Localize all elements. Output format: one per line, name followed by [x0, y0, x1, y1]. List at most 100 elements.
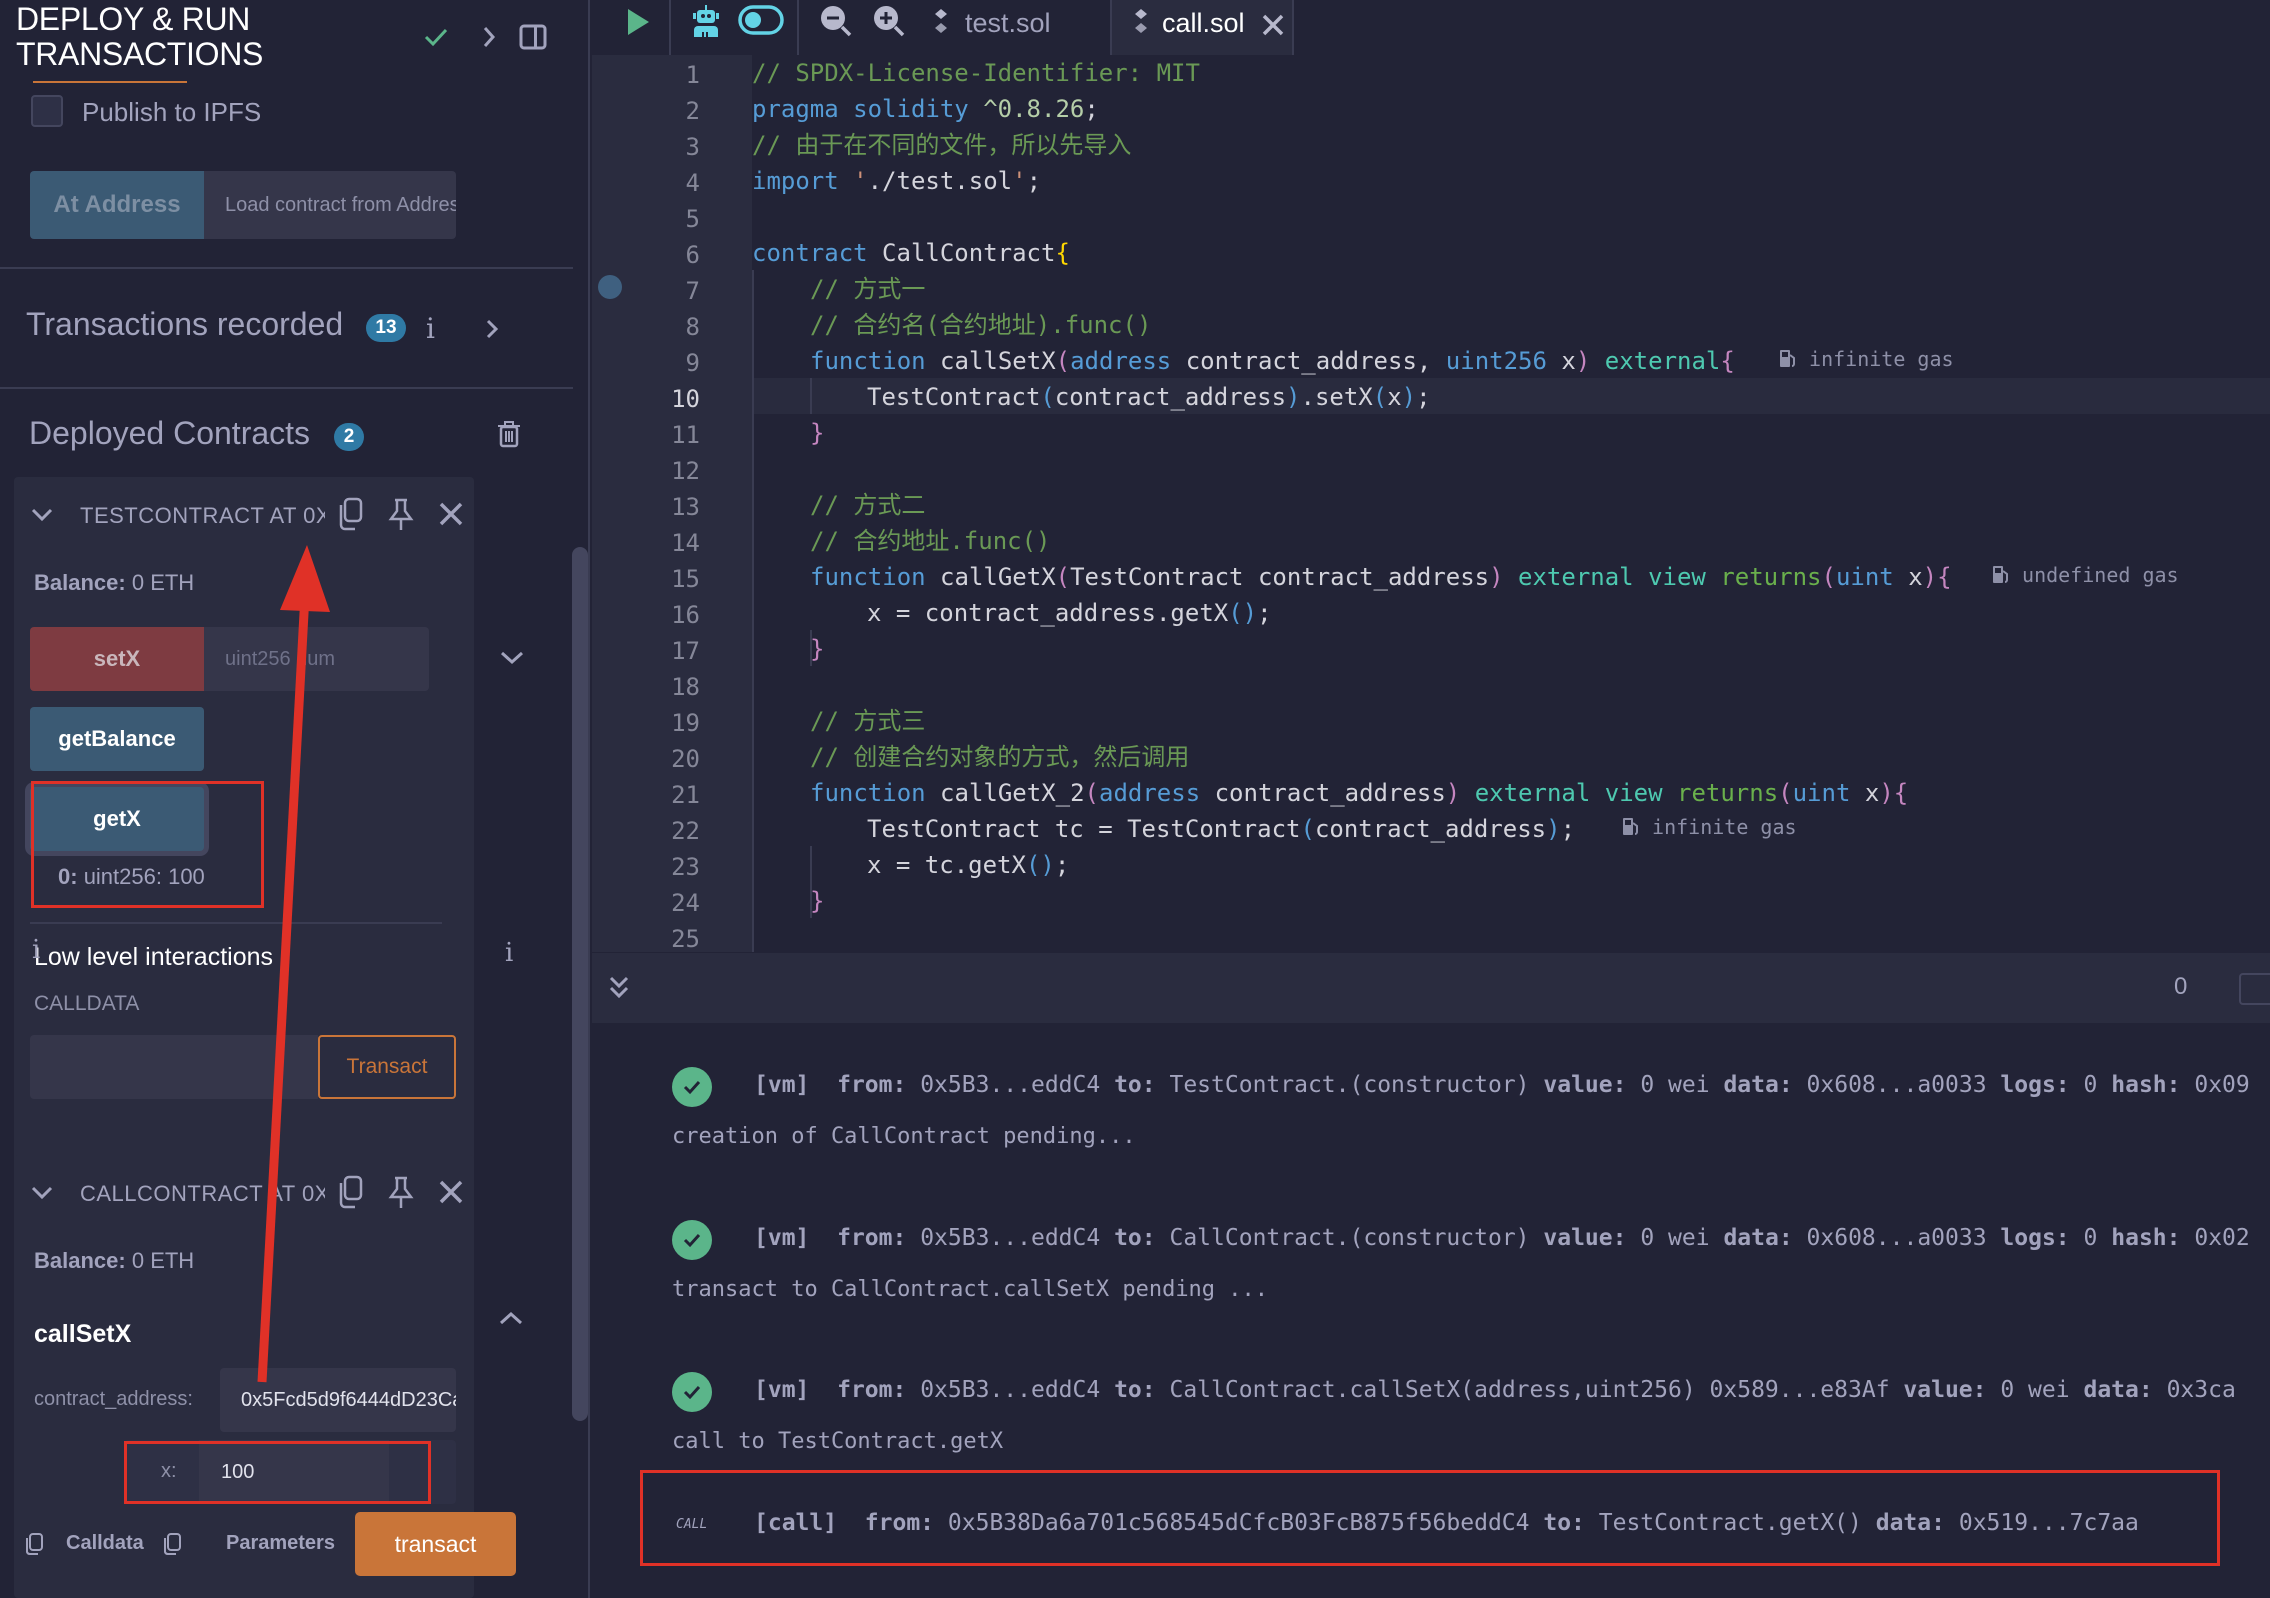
- annotation-box-call-entry: [640, 1470, 2220, 1566]
- calldata-button[interactable]: Calldata: [66, 1532, 144, 1555]
- tab-label: call.sol: [1162, 8, 1245, 38]
- sidebar-scrollbar[interactable]: [572, 547, 588, 1421]
- setx-button[interactable]: setX: [30, 627, 204, 691]
- success-icon: [672, 1372, 712, 1412]
- close-icon[interactable]: [438, 501, 464, 532]
- gas-hint: infinite gas: [1779, 347, 1954, 371]
- code-line-16: x = contract_address.getX();: [867, 599, 1272, 627]
- toggle-icon[interactable]: [738, 5, 784, 40]
- from-value: 0x5B3...eddC4: [920, 1225, 1101, 1251]
- editor-toolbar: test.sol call.sol: [592, 0, 2270, 55]
- identifier: x: [1387, 383, 1402, 411]
- balance-label: Balance:: [34, 1248, 126, 1273]
- gas-text: infinite gas: [1809, 347, 1954, 371]
- terminal-entry[interactable]: [vm] from: 0x5B3...eddC4 to: TestContrac…: [754, 1072, 2250, 1098]
- line-number-gutter: 1 2 3 4 5 6 7 8 9 10 11 12 13 14 15 16 17 18 19 20 21 22 23 24 2…: [592, 55, 752, 953]
- balance-label: Balance:: [34, 570, 126, 595]
- transactions-recorded-label[interactable]: Transactions recorded: [26, 306, 343, 343]
- code-line-3: // 由于在不同的文件，所以先导入: [752, 127, 1131, 163]
- copy-icon[interactable]: [336, 1175, 364, 1214]
- publish-ipfs-checkbox[interactable]: [31, 95, 63, 127]
- visibility: external: [1518, 563, 1634, 591]
- line-number: 24: [671, 889, 700, 917]
- annotation-box-x-input: [124, 1441, 431, 1504]
- close-tab-icon[interactable]: [1262, 14, 1284, 41]
- transactions-count-badge: 13: [366, 314, 406, 342]
- line-number: 19: [671, 709, 700, 737]
- listen-checkbox[interactable]: [2239, 973, 2270, 1005]
- chevron-right-icon[interactable]: [474, 22, 504, 52]
- info-icon[interactable]: i: [505, 938, 513, 968]
- copy-icon[interactable]: [336, 497, 364, 536]
- solidity-file-icon: [932, 8, 950, 39]
- fuel-pump-icon: [1623, 818, 1638, 835]
- terminal-toolbar: 0: [592, 953, 2270, 1023]
- line-number: 1: [685, 61, 700, 89]
- pin-icon[interactable]: [387, 1175, 415, 1214]
- contract-title[interactable]: TESTCONTRACT AT 0X5FC: [80, 503, 325, 529]
- keyword: function: [810, 779, 926, 807]
- copy-calldata-icon[interactable]: [24, 1532, 44, 1561]
- low-level-info-icon[interactable]: i: [32, 935, 40, 965]
- trash-icon[interactable]: [497, 420, 521, 453]
- tab-test-sol[interactable]: test.sol: [965, 8, 1051, 39]
- zoom-in-icon[interactable]: [872, 4, 906, 43]
- panel-toggle-icon[interactable]: [518, 22, 548, 52]
- pin-icon[interactable]: [387, 497, 415, 536]
- panel-title: DEPLOY & RUN TRANSACTIONS: [16, 2, 263, 72]
- close-icon[interactable]: [438, 1179, 464, 1210]
- play-icon[interactable]: [624, 6, 652, 43]
- type: address: [1099, 779, 1201, 807]
- zoom-out-icon[interactable]: [819, 4, 853, 43]
- mutability: view: [1604, 779, 1663, 807]
- copy-parameters-icon[interactable]: [162, 1532, 182, 1561]
- terminal-entry[interactable]: [vm] from: 0x5B3...eddC4 to: CallContrac…: [754, 1377, 2236, 1403]
- from-value: 0x5B3...eddC4: [920, 1377, 1101, 1403]
- collapse-terminal-icon[interactable]: [608, 975, 630, 1006]
- line-number: 17: [671, 637, 700, 665]
- info-icon[interactable]: i: [426, 312, 435, 345]
- to-value: TestContract.(constructor): [1169, 1072, 1530, 1098]
- load-contract-address-input[interactable]: Load contract from Address: [204, 171, 456, 239]
- parameters-button[interactable]: Parameters: [226, 1532, 335, 1555]
- label-data: data:: [2083, 1377, 2153, 1403]
- indent-guide: [752, 270, 754, 952]
- label-data: data:: [1723, 1225, 1793, 1251]
- keyword: import: [752, 167, 839, 195]
- chevron-right-icon[interactable]: [485, 318, 499, 345]
- chevron-down-icon[interactable]: [30, 1185, 54, 1206]
- transact-button[interactable]: transact: [355, 1512, 516, 1576]
- code-line-7: // 方式一: [810, 271, 925, 307]
- at-address-button[interactable]: At Address: [30, 171, 204, 239]
- hash-value: 0x09: [2194, 1072, 2250, 1098]
- keyword: function: [810, 563, 926, 591]
- value-value: 0 wei: [2000, 1377, 2070, 1403]
- mutability: view: [1648, 563, 1706, 591]
- getbalance-button[interactable]: getBalance: [30, 707, 204, 771]
- gas-hint: infinite gas: [1622, 815, 1797, 839]
- chevron-down-icon[interactable]: [30, 507, 54, 528]
- function-name: callGetX_2: [940, 779, 1085, 807]
- chevron-up-icon[interactable]: [498, 1310, 524, 1331]
- value-value: 0 wei: [1640, 1225, 1710, 1251]
- line-number: 14: [671, 529, 700, 557]
- code-editor[interactable]: // SPDX-License-Identifier: MIT pragma s…: [752, 55, 2270, 952]
- logs-value: 0: [2083, 1072, 2098, 1098]
- line-number: 21: [671, 781, 700, 809]
- ai-robot-icon[interactable]: [690, 4, 722, 43]
- check-icon[interactable]: [421, 22, 451, 52]
- terminal-entry[interactable]: [vm] from: 0x5B3...eddC4 to: CallContrac…: [754, 1225, 2250, 1251]
- tab-call-sol[interactable]: call.sol: [1110, 0, 1294, 55]
- function-title: callSetX: [34, 1320, 132, 1348]
- chevron-down-icon[interactable]: [499, 650, 525, 671]
- label-logs: logs:: [2000, 1225, 2070, 1251]
- statement: TestContract tc = TestContract: [867, 815, 1301, 843]
- terminal-note: creation of CallContract pending...: [672, 1124, 1136, 1149]
- code-line-15: function callGetX(TestContract contract_…: [810, 563, 1952, 591]
- label-from: from:: [837, 1072, 907, 1098]
- contract-card-callcontract: CALLCONTRACT AT 0X589 Balance: 0 ETH cal…: [14, 1155, 516, 1598]
- breakpoint-marker[interactable]: [598, 275, 622, 299]
- code-line-11: }: [810, 419, 825, 447]
- code-line-10: TestContract(contract_address).setX(x);: [867, 383, 1431, 411]
- calldata-label: CALLDATA: [34, 992, 140, 1015]
